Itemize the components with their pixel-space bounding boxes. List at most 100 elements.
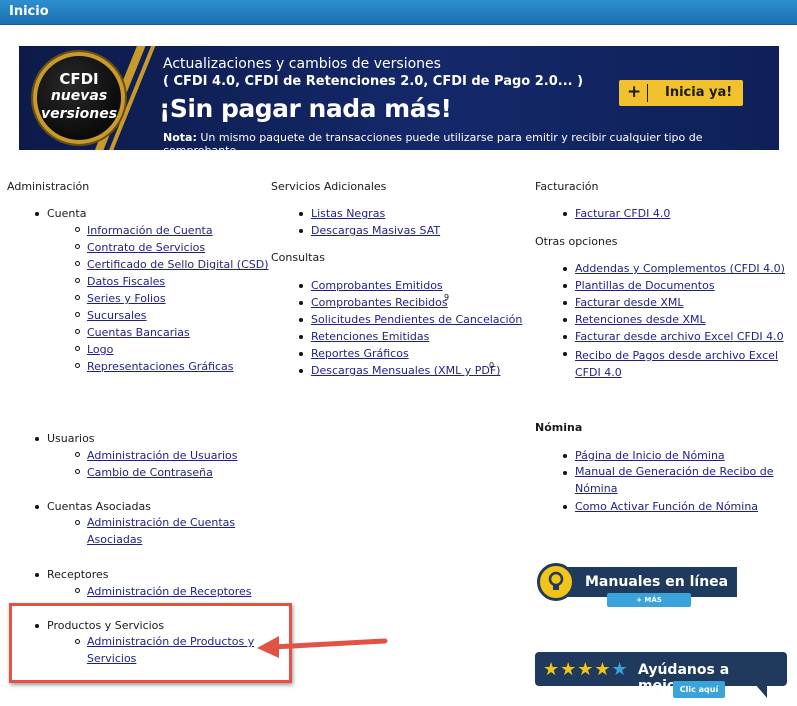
link-retenciones-emitidas[interactable]: Retenciones Emitidas (311, 330, 429, 343)
circle-bullet-icon (75, 588, 80, 593)
banner-note-label: Nota: (163, 131, 197, 144)
bullet-icon (563, 301, 567, 305)
clic-aqui-button[interactable]: Clic aquí (673, 681, 725, 698)
link-logo[interactable]: Logo (87, 343, 113, 356)
link-administracion-usuarios[interactable]: Administración de Usuarios (87, 449, 238, 462)
link-listas-negras[interactable]: Listas Negras (311, 207, 385, 220)
ayudanos-widget[interactable]: ★★★★★ Ayúdanos a mejorar Clic aquí (535, 652, 787, 704)
banner-note-text: Un mismo paquete de transacciones puede … (163, 131, 703, 150)
cta-label: Inicia ya! (665, 85, 733, 100)
link-datos-fiscales[interactable]: Datos Fiscales (87, 275, 165, 288)
link-facturar-cfdi[interactable]: Facturar CFDI 4.0 (575, 207, 670, 220)
link-cuentas-bancarias[interactable]: Cuentas Bancarias (87, 326, 190, 339)
link-contrato-servicios[interactable]: Contrato de Servicios (87, 241, 205, 254)
link-comprobantes-emitidos[interactable]: Comprobantes Emitidos (311, 279, 443, 292)
circle-bullet-icon (75, 469, 80, 474)
link-sucursales[interactable]: Sucursales (87, 309, 147, 322)
bullet-icon (563, 454, 567, 458)
bullet-icon (563, 267, 567, 271)
link-representaciones-graficas[interactable]: Representaciones Gráficas (87, 360, 234, 373)
bullet-icon (299, 369, 303, 373)
highlight-box (9, 603, 292, 683)
plus-icon: + (627, 82, 642, 102)
bullet-icon (563, 284, 567, 288)
link-cambio-contrasena[interactable]: Cambio de Contraseña (87, 466, 213, 479)
link-reportes-graficos[interactable]: Reportes Gráficos (311, 347, 409, 360)
badge-line3: versiones (40, 106, 118, 122)
badge-line1: CFDI (59, 70, 99, 88)
bullet-icon (563, 352, 567, 356)
mas-informacion-button[interactable]: + MÁS INFORMACIÓN (607, 593, 691, 618)
link-manual-recibo-nomina[interactable]: Manual de Generación de Recibo de Nómina (575, 463, 775, 497)
link-activar-nomina[interactable]: Como Activar Función de Nómina (575, 500, 758, 513)
recibidos-count-badge: 9 (444, 293, 450, 302)
circle-bullet-icon (75, 520, 80, 525)
link-facturar-desde-xml[interactable]: Facturar desde XML (575, 296, 684, 309)
lightbulb-icon (537, 563, 575, 601)
link-retenciones-desde-xml[interactable]: Retenciones desde XML (575, 313, 706, 326)
link-descargas-masivas[interactable]: Descargas Masivas SAT (311, 224, 440, 237)
circle-bullet-icon (75, 452, 80, 457)
rating-stars-icon: ★★★★★ (543, 659, 629, 680)
page-title: Inicio (9, 4, 49, 19)
circle-bullet-icon (75, 346, 80, 351)
arrow-pointer-icon (257, 636, 388, 658)
circle-bullet-icon (75, 363, 80, 368)
filled-stars: ★★★★ (543, 659, 612, 680)
manuales-title: Manuales en línea (585, 574, 729, 590)
bullet-icon (35, 437, 39, 441)
bullet-icon (299, 212, 303, 216)
inicia-ya-button[interactable]: + Inicia ya! (619, 80, 743, 106)
bullet-icon (563, 318, 567, 322)
banner-headline: ¡Sin pagar nada más! (159, 94, 452, 123)
bullet-icon (35, 212, 39, 216)
manuales-en-linea-widget[interactable]: Manuales en línea + MÁS INFORMACIÓN (537, 563, 737, 618)
circle-bullet-icon (75, 278, 80, 283)
bullet-icon (299, 229, 303, 233)
link-series-folios[interactable]: Series y Folios (87, 292, 166, 305)
receptores-heading: Receptores (47, 568, 109, 581)
banner-note: Nota: Un mismo paquete de transacciones … (163, 131, 779, 150)
circle-bullet-icon (75, 329, 80, 334)
circle-bullet-icon (75, 312, 80, 317)
bullet-icon (299, 318, 303, 322)
cfdi-badge-icon: CFDI nuevas versiones (33, 52, 125, 144)
cuentas-asociadas-heading: Cuentas Asociadas (47, 500, 151, 513)
circle-bullet-icon (75, 261, 80, 266)
usuarios-heading: Usuarios (47, 432, 95, 445)
bullet-icon (299, 284, 303, 288)
banner-line1: Actualizaciones y cambios de versiones (163, 56, 441, 72)
descargas-count-badge: 0 (489, 361, 495, 370)
bullet-icon (299, 335, 303, 339)
bullet-icon (35, 573, 39, 577)
link-certificado-sello[interactable]: Certificado de Sello Digital (CSD) (87, 258, 269, 271)
servicios-adicionales-heading: Servicios Adicionales (271, 180, 387, 193)
cuenta-heading: Cuenta (47, 207, 87, 220)
badge-line2: nuevas (50, 88, 108, 104)
facturacion-heading: Facturación (535, 180, 599, 193)
bullet-icon (563, 335, 567, 339)
bullet-icon (563, 212, 567, 216)
link-plantillas-documentos[interactable]: Plantillas de Documentos (575, 279, 715, 292)
link-informacion-cuenta[interactable]: Información de Cuenta (87, 224, 213, 237)
promo-banner[interactable]: CFDI nuevas versiones Actualizaciones y … (19, 46, 779, 150)
top-bar: Inicio (0, 0, 797, 25)
link-inicio-nomina[interactable]: Página de Inicio de Nómina (575, 449, 725, 462)
link-administracion-receptores[interactable]: Administración de Receptores (87, 585, 252, 598)
bullet-icon (563, 471, 567, 475)
link-comprobantes-recibidos[interactable]: Comprobantes Recibidos (311, 296, 448, 309)
cta-divider (647, 84, 648, 102)
circle-bullet-icon (75, 244, 80, 249)
link-administracion-cuentas-asociadas[interactable]: Administración de Cuentas Asociadas (87, 514, 247, 548)
circle-bullet-icon (75, 295, 80, 300)
link-solicitudes-cancelacion[interactable]: Solicitudes Pendientes de Cancelación (311, 313, 522, 326)
circle-bullet-icon (75, 227, 80, 232)
link-descargas-mensuales[interactable]: Descargas Mensuales (XML y PDF) (311, 364, 500, 377)
bullet-icon (563, 505, 567, 509)
otras-opciones-heading: Otras opciones (535, 235, 618, 248)
link-recibo-pagos-excel[interactable]: Recibo de Pagos desde archivo Excel CFDI… (575, 347, 785, 381)
link-facturar-excel[interactable]: Facturar desde archivo Excel CFDI 4.0 (575, 330, 784, 343)
consultas-heading: Consultas (271, 251, 325, 264)
empty-star: ★ (611, 659, 629, 680)
link-addendas-complementos[interactable]: Addendas y Complementos (CFDI 4.0) (575, 262, 785, 275)
